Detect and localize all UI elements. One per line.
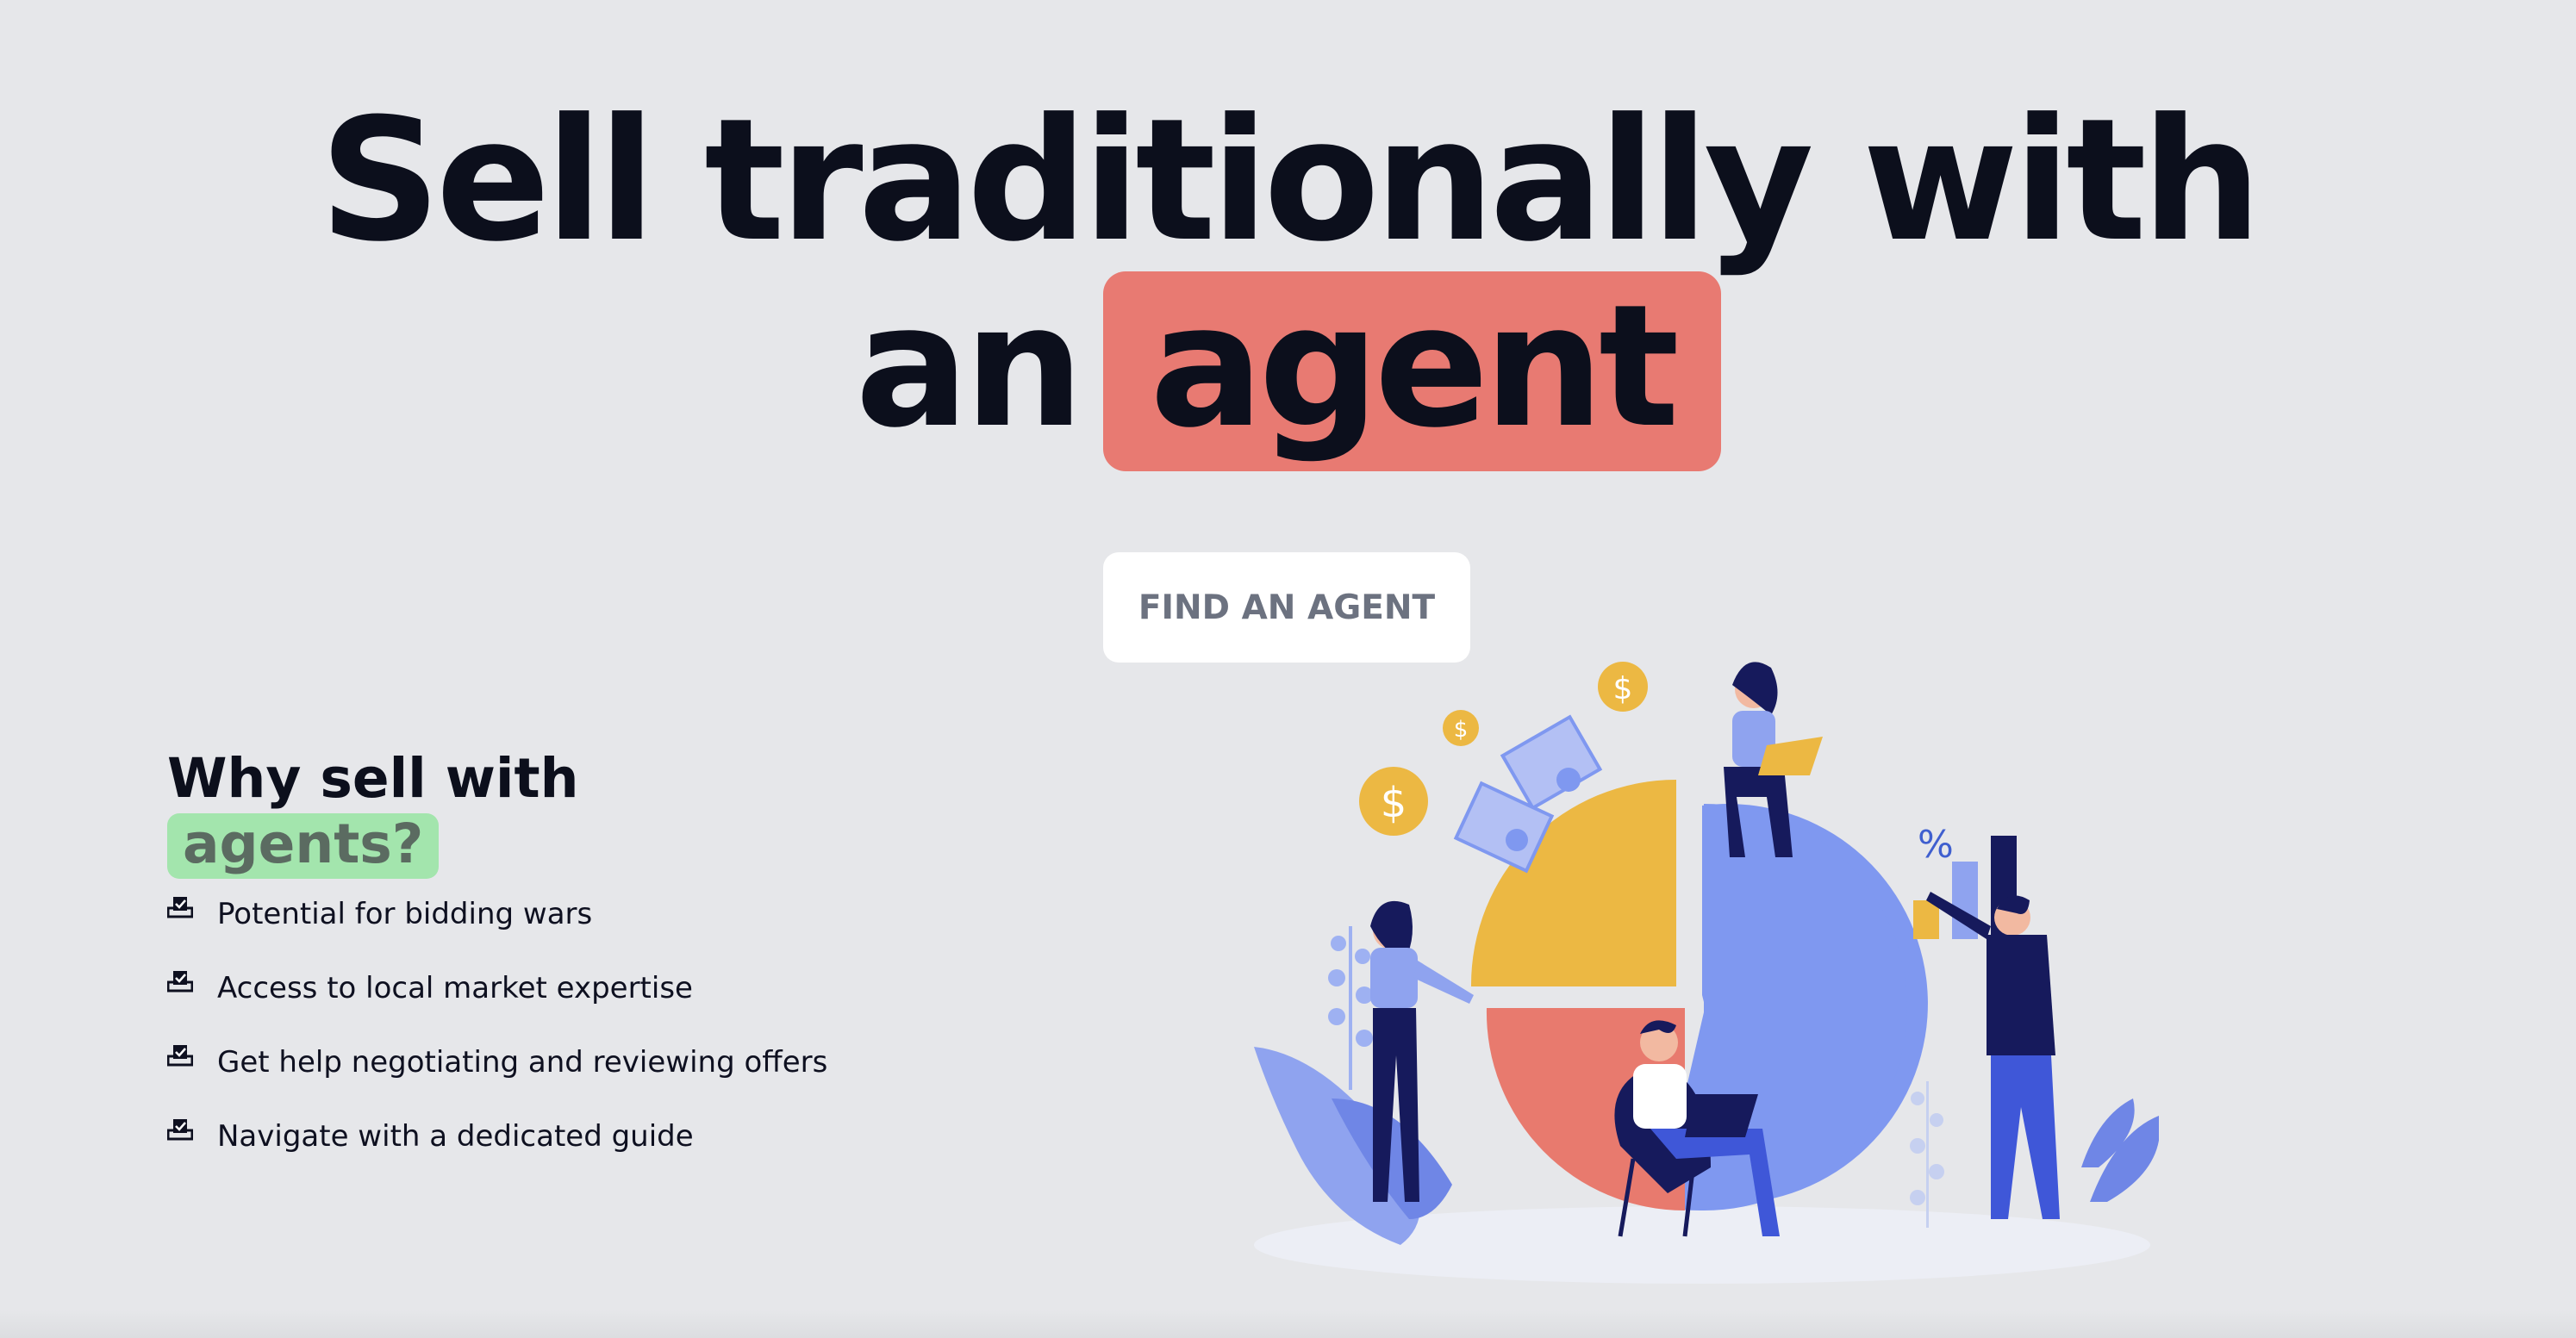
benefits-list: Potential for bidding wars Access to loc… — [167, 896, 839, 1154]
list-item: Navigate with a dedicated guide — [167, 1118, 839, 1154]
find-agent-button[interactable]: FIND AN AGENT — [1103, 552, 1470, 663]
coin-dollar-symbol-small: $ — [1454, 717, 1469, 743]
hero-title: Sell traditionally with an agent — [0, 90, 2576, 471]
coin-dollar-symbol-top: $ — [1613, 671, 1633, 706]
checkbox-tray-icon — [167, 897, 193, 918]
dollar-coin-icon-top: $ — [1598, 662, 1648, 712]
percent-symbol: % — [1918, 823, 1954, 867]
coin-dollar-symbol: $ — [1381, 779, 1407, 827]
person-standing-man — [1926, 892, 2060, 1219]
why-sell-title-text: Why sell with — [167, 747, 579, 810]
benefit-label: Navigate with a dedicated guide — [217, 1119, 694, 1154]
dollar-coin-icon-small: $ — [1443, 710, 1479, 746]
hero-line-2-prefix: an — [855, 269, 1084, 465]
hero-line-1: Sell traditionally with — [319, 83, 2262, 279]
checkbox-tray-icon — [167, 1045, 193, 1067]
dollar-coin-icon: $ — [1359, 767, 1428, 836]
benefit-label: Potential for bidding wars — [217, 897, 593, 931]
list-item: Get help negotiating and reviewing offer… — [167, 1044, 839, 1080]
hero-illustration: $ $ $ % — [1254, 662, 2159, 1284]
hero-line-2: an agent — [0, 271, 2576, 471]
benefit-label: Access to local market expertise — [217, 971, 693, 1005]
page-bottom-edge — [0, 1310, 2576, 1338]
why-sell-title: Why sell with agents? — [167, 748, 839, 879]
list-item: Potential for bidding wars — [167, 896, 839, 932]
fern-left — [1328, 926, 1373, 1090]
leaf-plant-right — [2081, 1098, 2159, 1202]
list-item: Access to local market expertise — [167, 970, 839, 1006]
benefit-label: Get help negotiating and reviewing offer… — [217, 1045, 828, 1080]
hero-highlight: agent — [1103, 271, 1721, 471]
checkbox-tray-icon — [167, 971, 193, 993]
why-sell-title-highlight: agents? — [167, 813, 440, 879]
fern-right — [1910, 1081, 1944, 1228]
why-sell-section: Why sell with agents? Potential for bidd… — [167, 748, 839, 1192]
checkbox-tray-icon — [167, 1119, 193, 1141]
